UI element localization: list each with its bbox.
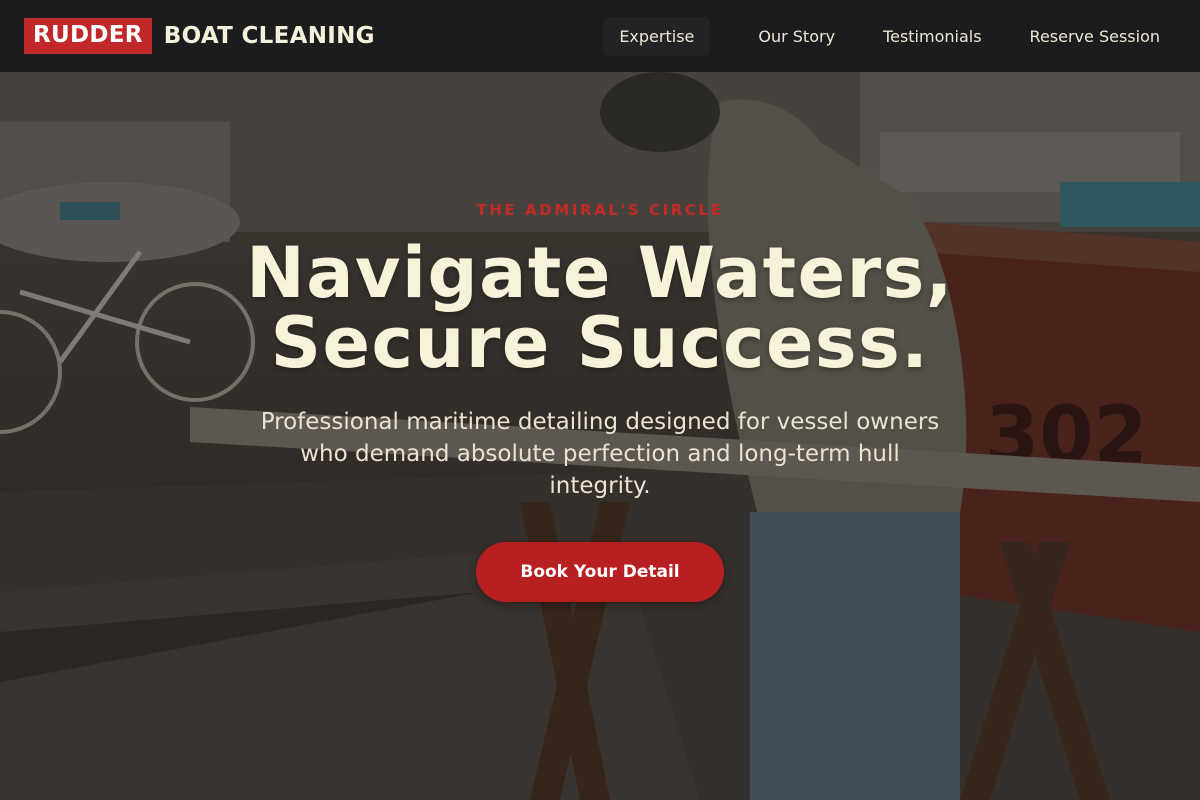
hero-subtitle: Professional maritime detailing designed…	[260, 409, 940, 499]
hero-content: THE ADMIRAL'S CIRCLE Navigate Waters, Se…	[0, 72, 1200, 800]
hero-headline: Navigate Waters, Secure Success.	[0, 238, 1200, 378]
hero-headline-line-2: Secure Success.	[270, 302, 930, 384]
nav-item-testimonials[interactable]: Testimonials	[867, 17, 998, 56]
brand-name: BOAT CLEANING	[163, 23, 375, 49]
brand-logo[interactable]: RUDDER BOAT CLEANING	[24, 18, 375, 54]
nav-item-reserve-session[interactable]: Reserve Session	[1014, 17, 1176, 56]
site-header: RUDDER BOAT CLEANING Expertise Our Story…	[0, 0, 1200, 72]
nav-item-our-story[interactable]: Our Story	[742, 17, 851, 56]
book-detail-button[interactable]: Book Your Detail	[476, 542, 724, 602]
nav-item-expertise[interactable]: Expertise	[603, 16, 711, 56]
hero-eyebrow: THE ADMIRAL'S CIRCLE	[476, 201, 724, 219]
main-nav: Expertise Our Story Testimonials Reserve…	[603, 16, 1176, 56]
brand-badge: RUDDER	[24, 18, 152, 54]
